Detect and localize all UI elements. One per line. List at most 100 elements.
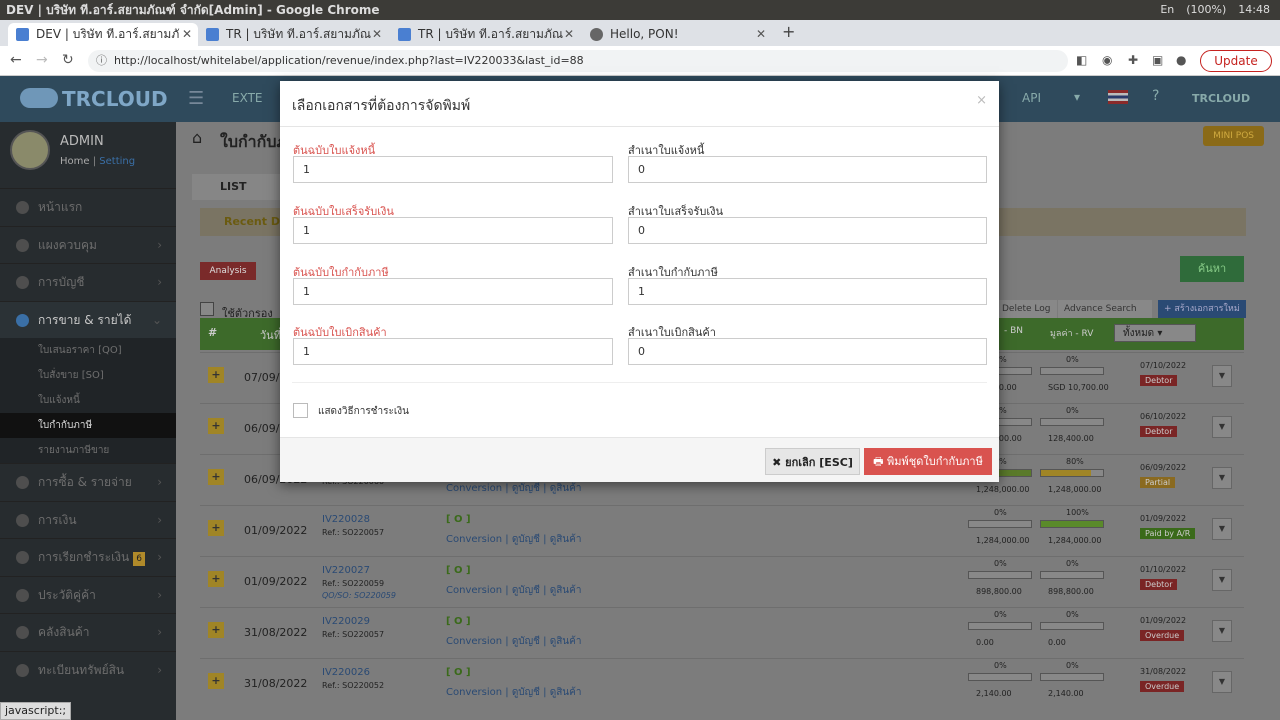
delete-log-button[interactable]: Delete Log: [996, 300, 1057, 318]
row-action-dropdown[interactable]: ▼: [1212, 467, 1232, 489]
exte-menu[interactable]: EXTE: [232, 91, 263, 105]
view-goods-link[interactable]: ดูสินค้า: [550, 636, 582, 647]
setting-link[interactable]: Setting: [99, 156, 135, 167]
extension-icon[interactable]: ◧: [1076, 53, 1087, 67]
sidebar-item-dashboard[interactable]: แผงควบคุม ›: [0, 225, 176, 264]
close-icon[interactable]: ×: [976, 93, 987, 108]
cancel-button[interactable]: ✖ ยกเลิก [ESC]: [765, 448, 860, 475]
row-action-dropdown[interactable]: ▼: [1212, 569, 1232, 591]
expand-row-button[interactable]: +: [208, 367, 224, 383]
puzzle-icon[interactable]: ✚: [1128, 53, 1138, 67]
expand-row-button[interactable]: +: [208, 571, 224, 587]
row-doc-link[interactable]: IV220026: [322, 667, 370, 678]
view-goods-link[interactable]: ดูสินค้า: [550, 687, 582, 698]
view-goods-link[interactable]: ดูสินค้า: [550, 534, 582, 545]
view-account-link[interactable]: ดูบัญชี: [512, 687, 540, 698]
view-goods-link[interactable]: ดูสินค้า: [550, 585, 582, 596]
conversion-link[interactable]: Conversion: [446, 687, 502, 698]
submenu-invoice[interactable]: ใบแจ้งหนี้: [0, 388, 176, 413]
new-tab-icon[interactable]: +: [782, 22, 795, 41]
info-icon[interactable]: ⓘ: [96, 50, 107, 72]
conversion-link[interactable]: Conversion: [446, 483, 502, 494]
sidepanel-icon[interactable]: ▣: [1152, 53, 1163, 67]
row-doc-link[interactable]: IV220029: [322, 616, 370, 627]
submenu-sales-order[interactable]: ใบสั่งขาย [SO]: [0, 363, 176, 388]
close-tab-icon[interactable]: ✕: [182, 23, 192, 46]
back-icon[interactable]: ←: [10, 52, 22, 68]
clock[interactable]: 14:48: [1238, 0, 1270, 20]
search-button[interactable]: ค้นหา: [1180, 256, 1244, 282]
expand-row-button[interactable]: +: [208, 520, 224, 536]
conversion-link[interactable]: Conversion: [446, 636, 502, 647]
sidebar-item-purchase[interactable]: การซื้อ & รายจ่าย ›: [0, 463, 176, 501]
invoice-copy-input[interactable]: 0: [628, 156, 987, 183]
view-account-link[interactable]: ดูบัญชี: [512, 483, 540, 494]
advance-search-button[interactable]: Advance Search: [1058, 300, 1152, 318]
conversion-link[interactable]: Conversion: [446, 534, 502, 545]
url-input[interactable]: ⓘ http://localhost/whitelabel/applicatio…: [88, 50, 1068, 72]
sidebar-item-assets[interactable]: ทะเบียนทรัพย์สิน ›: [0, 650, 176, 689]
row-qo-link[interactable]: QO/SO: SO220059: [322, 591, 396, 600]
analysis-button[interactable]: Analysis: [200, 262, 256, 280]
reload-icon[interactable]: ↻: [62, 52, 74, 68]
sidebar-item-warehouse[interactable]: คลังสินค้า ›: [0, 613, 176, 651]
cookie-icon[interactable]: ◉: [1102, 53, 1112, 67]
row-action-dropdown[interactable]: ▼: [1212, 518, 1232, 540]
receipt-copy-input[interactable]: 0: [628, 217, 987, 244]
thai-flag-icon[interactable]: [1108, 90, 1128, 104]
view-goods-link[interactable]: ดูสินค้า: [550, 483, 582, 494]
api-menu[interactable]: API: [1022, 91, 1041, 105]
tax-invoice-original-input[interactable]: 1: [293, 278, 613, 305]
view-account-link[interactable]: ดูบัญชี: [512, 585, 540, 596]
expand-row-button[interactable]: +: [208, 673, 224, 689]
submenu-quotation[interactable]: ใบเสนอราคา [QO]: [0, 338, 176, 363]
create-document-button[interactable]: + สร้างเอกสารใหม่: [1158, 300, 1246, 318]
logo[interactable]: TRCLOUD: [0, 76, 176, 122]
forward-icon[interactable]: →: [36, 52, 48, 68]
language-indicator[interactable]: En: [1160, 0, 1174, 20]
tab-list[interactable]: LIST: [192, 174, 284, 200]
status-filter-select[interactable]: ทั้งหมด ▾: [1114, 324, 1196, 342]
menu-toggle-icon[interactable]: ☰: [188, 88, 204, 109]
expand-row-button[interactable]: +: [208, 622, 224, 638]
row-action-dropdown[interactable]: ▼: [1212, 671, 1232, 693]
sidebar-item-finance[interactable]: การเงิน ›: [0, 500, 176, 539]
profile-icon[interactable]: ●: [1176, 53, 1186, 67]
row-doc-link[interactable]: IV220028: [322, 514, 370, 525]
row-action-dropdown[interactable]: ▼: [1212, 620, 1232, 642]
home-link[interactable]: Home: [60, 156, 90, 167]
update-button[interactable]: Update: [1200, 50, 1272, 72]
tax-invoice-copy-input[interactable]: 1: [628, 278, 987, 305]
browser-tab-tr-1[interactable]: TR | บริษัท ที.อาร์.สยามภัณ ✕: [198, 23, 388, 46]
browser-tab-hello[interactable]: Hello, PON! ✕: [582, 23, 772, 46]
browser-tab-tr-2[interactable]: TR | บริษัท ที.อาร์.สยามภัณ ✕: [390, 23, 580, 46]
sidebar-item-sales[interactable]: การขาย & รายได้ ⌄: [0, 300, 176, 338]
help-icon[interactable]: ?: [1152, 88, 1159, 104]
use-filter-checkbox[interactable]: [200, 302, 214, 316]
close-tab-icon[interactable]: ✕: [564, 23, 574, 46]
row-action-dropdown[interactable]: ▼: [1212, 416, 1232, 438]
print-tax-invoice-button[interactable]: 🖶 พิมพ์ชุดใบกำกับภาษี: [864, 448, 992, 475]
sidebar-item-billing[interactable]: การเรียกชำระเงิน 6 ›: [0, 538, 176, 576]
invoice-original-input[interactable]: 1: [293, 156, 613, 183]
close-tab-icon[interactable]: ✕: [372, 23, 382, 46]
conversion-link[interactable]: Conversion: [446, 585, 502, 596]
goods-issue-copy-input[interactable]: 0: [628, 338, 987, 365]
receipt-original-input[interactable]: 1: [293, 217, 613, 244]
row-action-dropdown[interactable]: ▼: [1212, 365, 1232, 387]
battery-indicator[interactable]: (100%): [1186, 0, 1226, 20]
submenu-sales-tax-report[interactable]: รายงานภาษีขาย: [0, 438, 176, 463]
show-payment-checkbox[interactable]: [293, 403, 308, 418]
expand-row-button[interactable]: +: [208, 418, 224, 434]
expand-row-button[interactable]: +: [208, 469, 224, 485]
submenu-tax-invoice[interactable]: ใบกำกับภาษี: [0, 413, 176, 438]
view-account-link[interactable]: ดูบัญชี: [512, 534, 540, 545]
close-tab-icon[interactable]: ✕: [756, 23, 766, 46]
mini-pos-button[interactable]: MINI POS: [1203, 126, 1264, 146]
sidebar-item-accounting[interactable]: การบัญชี ›: [0, 263, 176, 301]
browser-tab-dev[interactable]: DEV | บริษัท ที.อาร์.สยามภั ✕: [8, 23, 198, 46]
view-account-link[interactable]: ดูบัญชี: [512, 636, 540, 647]
goods-issue-original-input[interactable]: 1: [293, 338, 613, 365]
sidebar-item-home[interactable]: หน้าแรก: [0, 188, 176, 226]
sidebar-item-partners[interactable]: ประวัติคู่ค้า ›: [0, 575, 176, 614]
